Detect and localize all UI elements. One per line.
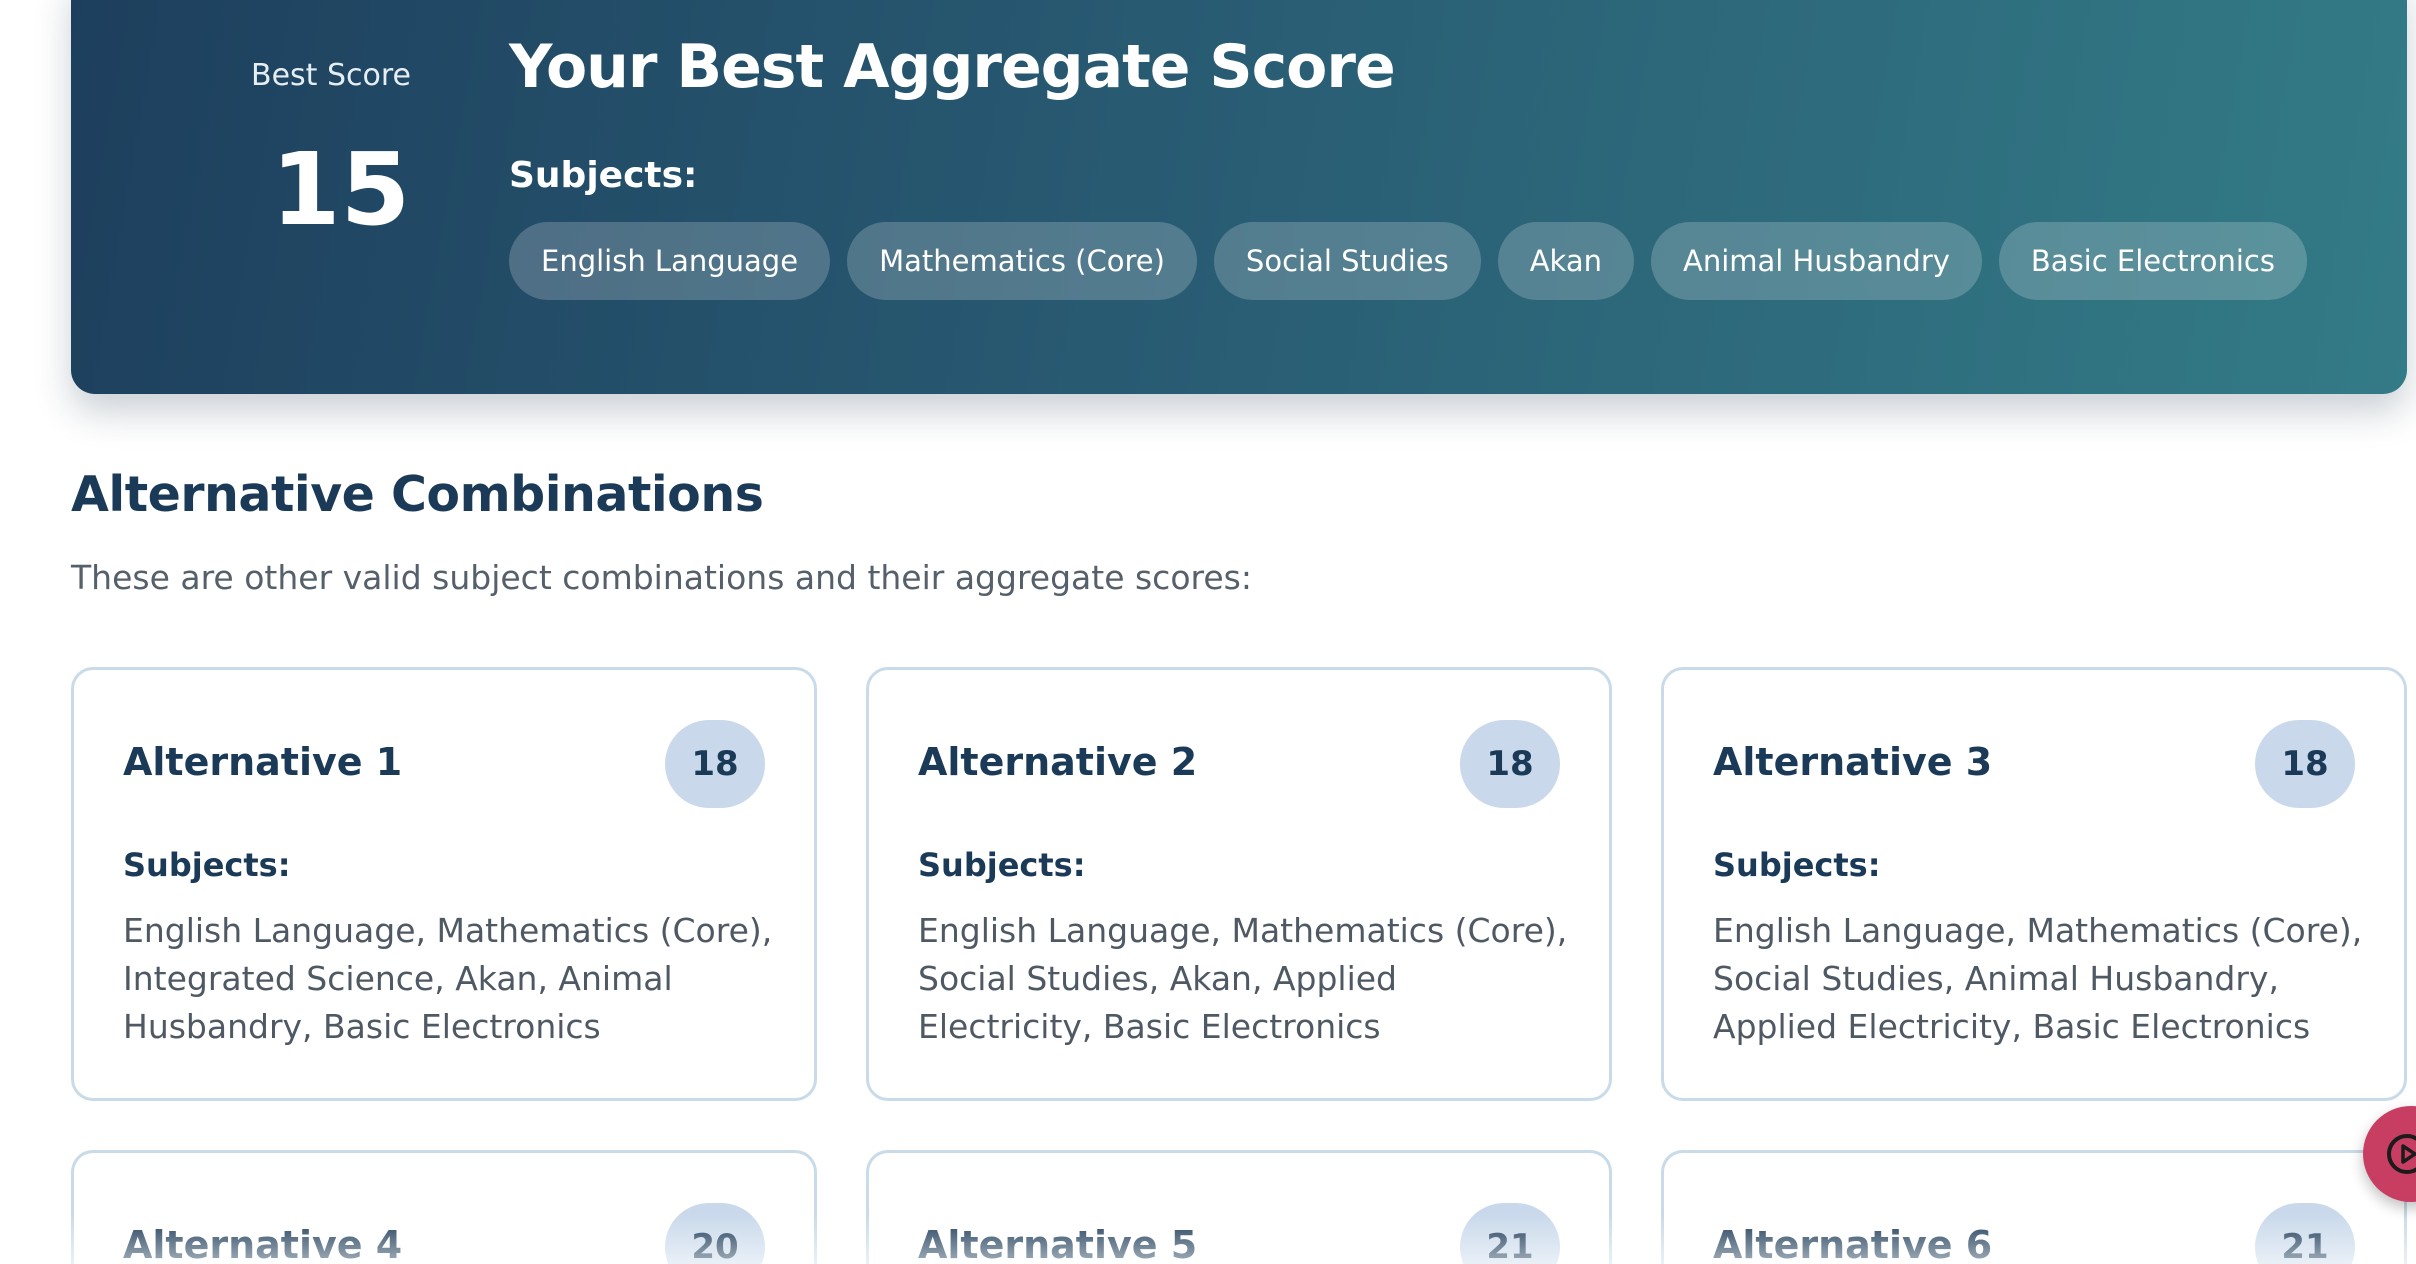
alternative-subjects-label: Subjects: [918,846,1086,884]
subject-chip: Mathematics (Core) [847,222,1197,300]
alternative-score-badge: 18 [2255,720,2355,808]
subject-chip: English Language [509,222,831,300]
alternative-subjects-list: English Language, Mathematics (Core), In… [123,911,773,1046]
alternative-score-badge: 18 [665,720,765,808]
subject-chip: Basic Electronics [1998,222,2307,300]
alternative-title: Alternative 6 [1713,1223,1993,1264]
best-score-title: Your Best Aggregate Score [509,32,1396,102]
best-subjects-chips: English Language Mathematics (Core) Soci… [509,222,2307,300]
alternative-score-badge: 18 [1460,720,1560,808]
alternative-card: Alternative 1 18 Subjects: English Langu… [71,667,817,1101]
alternative-card: Alternative 5 21 [866,1150,1612,1264]
alternative-subjects-list: English Language, Mathematics (Core), So… [918,911,1568,1046]
alternative-score-badge: 20 [665,1203,765,1264]
alternative-card: Alternative 2 18 Subjects: English Langu… [866,667,1612,1101]
alternative-title: Alternative 2 [918,740,1198,784]
alternative-card: Alternative 3 18 Subjects: English Langu… [1661,667,2407,1101]
page: Best Score 15 Your Best Aggregate Score … [0,0,2416,1264]
alternative-title: Alternative 3 [1713,740,1993,784]
subject-chip: Akan [1497,222,1634,300]
subject-chip: Animal Husbandry [1650,222,1982,300]
alternative-subjects-label: Subjects: [1713,846,1881,884]
alternative-title: Alternative 1 [123,740,403,784]
alternative-title: Alternative 4 [123,1223,403,1264]
alternatives-description: These are other valid subject combinatio… [71,558,1252,597]
alternative-score-badge: 21 [2255,1203,2355,1264]
alternative-score-badge: 21 [1460,1203,1560,1264]
alternative-subjects-label: Subjects: [123,846,291,884]
best-score-value: 15 [271,131,411,248]
play-circle-icon [2387,1134,2416,1174]
best-score-banner: Best Score 15 Your Best Aggregate Score … [71,0,2407,394]
subject-chip: Social Studies [1213,222,1481,300]
best-score-label: Best Score [251,58,411,93]
alternative-title: Alternative 5 [918,1223,1198,1264]
best-subjects-label: Subjects: [509,155,698,196]
alternatives-heading: Alternative Combinations [71,466,764,523]
alternative-subjects-list: English Language, Mathematics (Core), So… [1713,911,2363,1046]
alternative-card: Alternative 6 21 [1661,1150,2407,1264]
alternative-card: Alternative 4 20 [71,1150,817,1264]
